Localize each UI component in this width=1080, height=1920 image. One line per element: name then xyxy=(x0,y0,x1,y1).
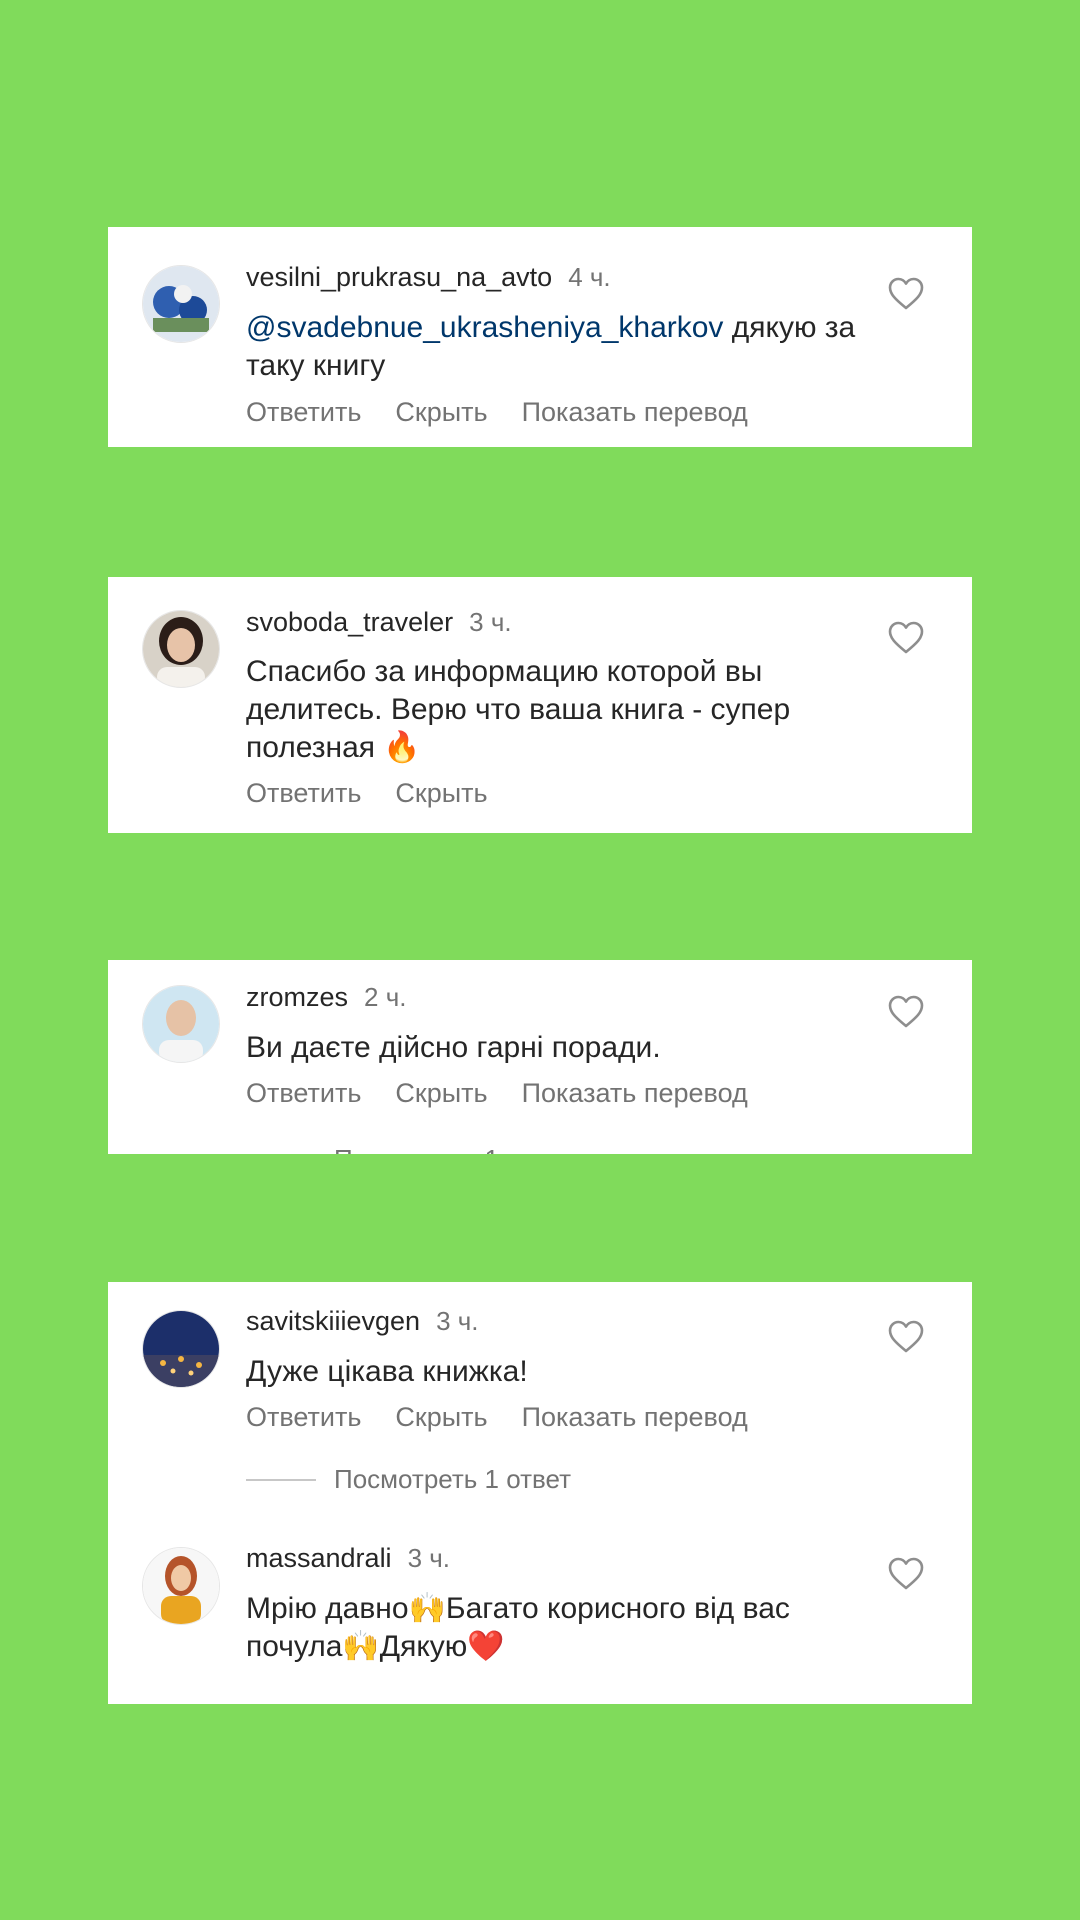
timestamp: 3 ч. xyxy=(436,1305,479,1336)
username[interactable]: massandrali xyxy=(246,1543,392,1574)
comment-text: Ви даєте дійсно гарні поради. xyxy=(246,1031,661,1064)
hide-button[interactable]: Скрыть xyxy=(395,397,487,428)
username[interactable]: zromzes xyxy=(246,982,348,1013)
heart-outline-icon[interactable] xyxy=(888,1320,924,1354)
hide-button[interactable]: Скрыть xyxy=(395,1078,487,1109)
reply-button[interactable]: Ответить xyxy=(246,1078,361,1109)
heart-outline-icon[interactable] xyxy=(888,995,924,1029)
mention-link[interactable]: @svadebnue_ukrasheniya_kharkov xyxy=(246,311,723,344)
avatar[interactable] xyxy=(142,610,220,688)
heart-outline-icon[interactable] xyxy=(888,1557,924,1591)
show-translation-button[interactable]: Показать перевод xyxy=(522,1078,748,1109)
comment-card-3: zromzes 2 ч. Ви даєте дійсно гарні порад… xyxy=(108,960,972,1154)
timestamp: 3 ч. xyxy=(469,606,512,637)
replies-divider xyxy=(246,1478,316,1481)
comment-text: Мрію давно🙌Багато корисного від вас почу… xyxy=(246,1592,790,1663)
comment-text: Спасибо за информацию которой вы делитес… xyxy=(246,655,791,764)
username[interactable]: vesilni_prukrasu_na_avto xyxy=(246,262,552,293)
comment-actions: Ответить Скрыть Показать перевод xyxy=(246,1402,748,1433)
avatar[interactable] xyxy=(142,1310,220,1388)
comment-card-2: svoboda_traveler 3 ч. Спасибо за информа… xyxy=(108,577,972,833)
heart-outline-icon[interactable] xyxy=(888,277,924,311)
comment-header: vesilni_prukrasu_na_avto 4 ч. xyxy=(246,260,611,294)
reply-button[interactable]: Ответить xyxy=(246,397,361,428)
view-replies-label[interactable]: Посмотреть 1 ответ xyxy=(334,1464,571,1495)
comment-actions: Ответить Скрыть Показать перевод xyxy=(246,397,748,428)
comment-header: zromzes 2 ч. xyxy=(246,980,406,1014)
comment-header: savitskiiievgen 3 ч. xyxy=(246,1304,479,1338)
avatar[interactable] xyxy=(142,985,220,1063)
username[interactable]: savitskiiievgen xyxy=(246,1306,420,1337)
comment-card-1: vesilni_prukrasu_na_avto 4 ч. @svadebnue… xyxy=(108,227,972,447)
comment-card-4: savitskiiievgen 3 ч. Дуже цікава книжка!… xyxy=(108,1282,972,1704)
comment-text: Дуже цікава книжка! xyxy=(246,1355,528,1388)
hide-button[interactable]: Скрыть xyxy=(395,1402,487,1433)
timestamp: 4 ч. xyxy=(568,261,611,292)
show-translation-button[interactable]: Показать перевод xyxy=(522,397,748,428)
view-replies[interactable]: Посмотреть 1 ответ xyxy=(246,1464,571,1495)
view-replies-label[interactable]: Посмотреть 1 ответ xyxy=(334,1144,571,1154)
show-translation-button[interactable]: Показать перевод xyxy=(522,1402,748,1433)
timestamp: 3 ч. xyxy=(407,1542,451,1573)
comment-actions: Ответить Скрыть Показать перевод xyxy=(246,1078,748,1109)
hide-button[interactable]: Скрыть xyxy=(395,778,487,809)
reply-button[interactable]: Ответить xyxy=(246,778,361,809)
view-replies[interactable]: Посмотреть 1 ответ xyxy=(246,1144,571,1154)
avatar[interactable] xyxy=(142,1547,220,1625)
heart-outline-icon[interactable] xyxy=(888,621,924,655)
comment-header: svoboda_traveler 3 ч. xyxy=(246,605,512,639)
avatar[interactable] xyxy=(142,265,220,343)
reply-button[interactable]: Ответить xyxy=(246,1402,361,1433)
timestamp: 2 ч. xyxy=(364,981,407,1012)
comment-header: massandrali 3 ч. xyxy=(246,1541,450,1575)
comment-actions: Ответить Скрыть xyxy=(246,778,488,809)
comment-text: @svadebnue_ukrasheniya_kharkov дякую за … xyxy=(246,309,866,385)
username[interactable]: svoboda_traveler xyxy=(246,607,453,638)
